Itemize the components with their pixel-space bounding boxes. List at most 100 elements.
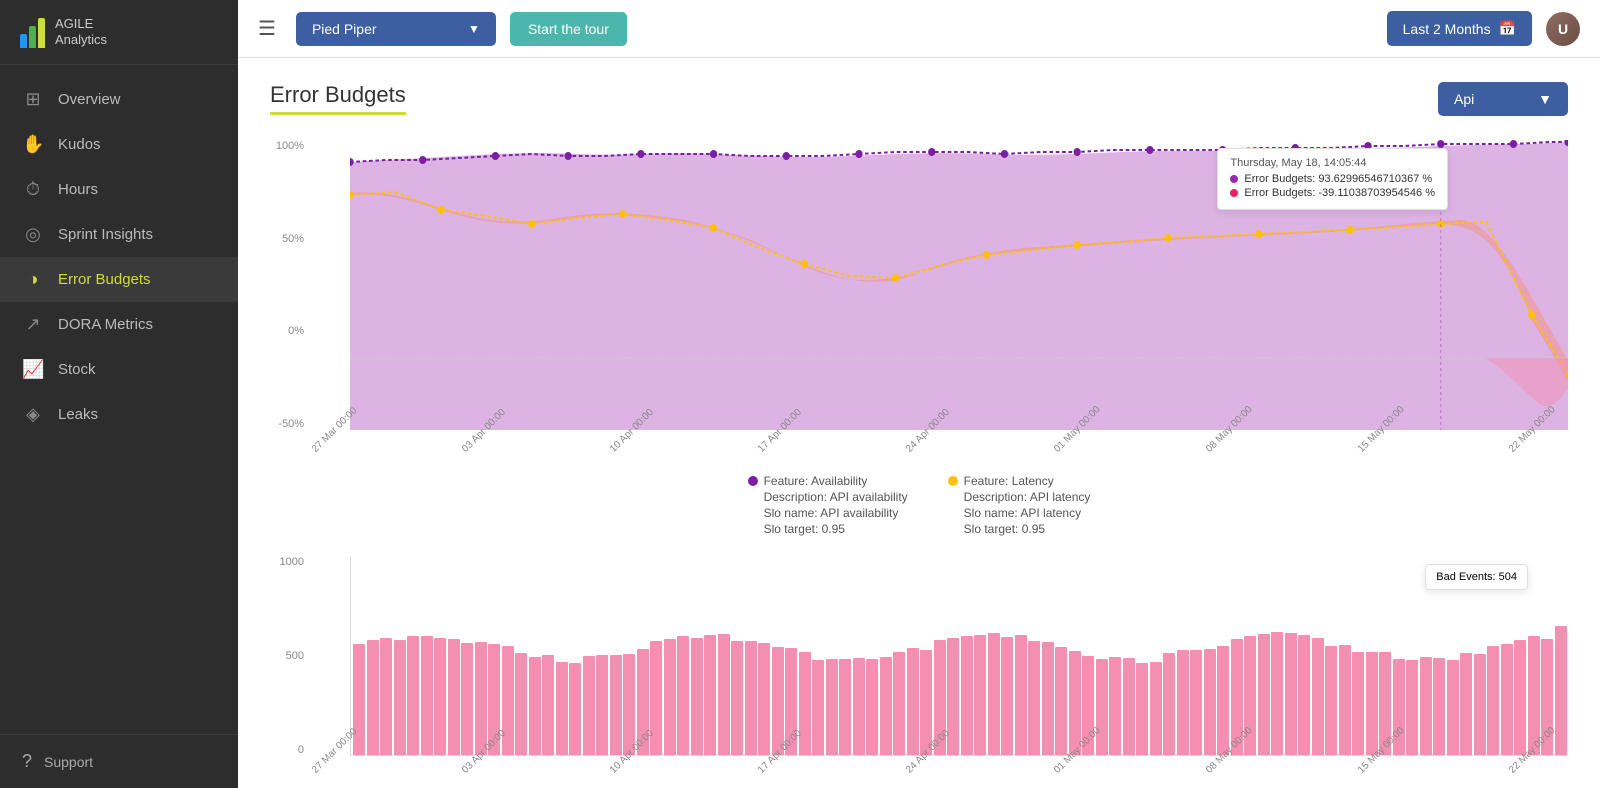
bar-item bbox=[1096, 659, 1108, 755]
sidebar-item-overview[interactable]: ⊞ Overview bbox=[0, 77, 238, 122]
y2-label-1000: 1000 bbox=[280, 556, 304, 568]
bar-item bbox=[1501, 644, 1513, 755]
sidebar-item-dora-metrics[interactable]: ↗ DORA Metrics bbox=[0, 302, 238, 347]
bar-item bbox=[758, 643, 770, 755]
bar-item bbox=[1487, 646, 1499, 755]
legend-slo-name-availability: Slo name: API availability bbox=[748, 506, 908, 520]
avatar[interactable]: U bbox=[1546, 12, 1580, 46]
support-icon: ? bbox=[22, 751, 32, 772]
bar-item bbox=[1150, 662, 1162, 755]
sidebar-label-kudos: Kudos bbox=[58, 136, 101, 153]
kudos-icon: ✋ bbox=[22, 134, 44, 155]
org-dropdown-value: Pied Piper bbox=[312, 21, 377, 37]
header: ☰ Pied Piper ▼ Start the tour Last 2 Mon… bbox=[238, 0, 1600, 58]
bar-item bbox=[1163, 653, 1175, 755]
legend-item-availability: Feature: Availability Description: API a… bbox=[748, 474, 908, 536]
bar-item bbox=[1339, 645, 1351, 755]
logo-icon bbox=[20, 16, 45, 48]
leaks-icon: ◈ bbox=[22, 404, 44, 425]
tooltip-line-1: Error Budgets: 93.62996546710367 % bbox=[1244, 173, 1432, 185]
date-range-label: Last 2 Months bbox=[1403, 21, 1491, 37]
sidebar-item-leaks[interactable]: ◈ Leaks bbox=[0, 392, 238, 437]
support-label: Support bbox=[44, 754, 93, 770]
error-budgets-icon: ◑ bbox=[22, 269, 44, 290]
api-dropdown-value: Api bbox=[1454, 91, 1474, 107]
bar-item bbox=[1514, 640, 1526, 755]
sidebar-item-hours[interactable]: ⏱ Hours bbox=[0, 167, 238, 212]
legend-desc-latency: Description: API latency bbox=[948, 490, 1091, 504]
tooltip-line-2: Error Budgets: -39.11038703954546 % bbox=[1244, 187, 1435, 199]
y-label-100: 100% bbox=[276, 140, 304, 152]
date-range-button[interactable]: Last 2 Months 📅 bbox=[1387, 11, 1532, 46]
bar-item bbox=[623, 654, 635, 755]
sidebar: AGILE Analytics ⊞ Overview ✋ Kudos ⏱ Hou… bbox=[0, 0, 238, 788]
content-header: Error Budgets Api ▼ bbox=[270, 82, 1568, 116]
tooltip-row-2: Error Budgets: -39.11038703954546 % bbox=[1230, 187, 1435, 199]
bar-item bbox=[1028, 641, 1040, 755]
sidebar-item-error-budgets[interactable]: ◑ Error Budgets bbox=[0, 257, 238, 302]
bar-item bbox=[475, 642, 487, 756]
y2-label-500: 500 bbox=[286, 650, 304, 662]
bar-item bbox=[583, 656, 595, 755]
bar-item bbox=[556, 662, 568, 755]
sidebar-item-sprint-insights[interactable]: ◎ Sprint Insights bbox=[0, 212, 238, 257]
bad-events-tooltip: Bad Events: 504 bbox=[1425, 564, 1528, 590]
sidebar-label-dora: DORA Metrics bbox=[58, 316, 153, 333]
bar-item bbox=[394, 640, 406, 755]
app-name: AGILE bbox=[55, 16, 107, 32]
bar-chart-bars bbox=[351, 556, 1568, 755]
legend-desc-availability: Description: API availability bbox=[748, 490, 908, 504]
bar-item bbox=[542, 655, 554, 755]
bar-item bbox=[1001, 637, 1013, 755]
tour-button[interactable]: Start the tour bbox=[510, 12, 627, 46]
bar-item bbox=[1109, 657, 1121, 755]
bar-item bbox=[893, 652, 905, 755]
legend-dot-latency bbox=[948, 476, 958, 486]
chart1-svg-area: Thursday, May 18, 14:05:44 Error Budgets… bbox=[350, 140, 1568, 435]
bar-item bbox=[1042, 642, 1054, 755]
sidebar-label-error-budgets: Error Budgets bbox=[58, 271, 151, 288]
api-dropdown[interactable]: Api ▼ bbox=[1438, 82, 1568, 116]
bar-item bbox=[1474, 654, 1486, 755]
bar-item bbox=[434, 638, 446, 755]
nav-items: ⊞ Overview ✋ Kudos ⏱ Hours ◎ Sprint Insi… bbox=[0, 65, 238, 734]
bar-item bbox=[920, 650, 932, 755]
tooltip-dot-1 bbox=[1230, 175, 1238, 183]
hamburger-icon[interactable]: ☰ bbox=[258, 16, 276, 41]
bar-item bbox=[1123, 658, 1135, 755]
grid-icon: ⊞ bbox=[22, 89, 44, 110]
bar-item bbox=[677, 636, 689, 755]
bar-item bbox=[1366, 652, 1378, 755]
logo-bar-3 bbox=[38, 18, 45, 48]
y2-label-0: 0 bbox=[298, 744, 304, 756]
bar-item bbox=[407, 636, 419, 755]
dora-icon: ↗ bbox=[22, 314, 44, 335]
support-link[interactable]: ? Support bbox=[0, 734, 238, 788]
bar-item bbox=[1055, 647, 1067, 755]
bar-item bbox=[812, 660, 824, 755]
legend-slo-target-latency: Slo target: 0.95 bbox=[948, 522, 1091, 536]
logo-bar-1 bbox=[20, 34, 27, 48]
org-dropdown[interactable]: Pied Piper ▼ bbox=[296, 12, 496, 46]
bar-item bbox=[1258, 634, 1270, 755]
bar-item bbox=[974, 635, 986, 755]
logo: AGILE Analytics bbox=[0, 0, 238, 65]
bar-item bbox=[839, 659, 851, 755]
bar-item bbox=[718, 634, 730, 755]
sidebar-item-stock[interactable]: 📈 Stock bbox=[0, 347, 238, 392]
legend-feature-latency: Feature: Latency bbox=[964, 474, 1054, 488]
chart1-legend: Feature: Availability Description: API a… bbox=[270, 474, 1568, 536]
y-label-0: 0% bbox=[288, 325, 304, 337]
chart2-x-axis: 27 Mar 00:00 03 Apr 00:00 10 Apr 00:00 1… bbox=[270, 756, 1568, 779]
bar-item bbox=[772, 647, 784, 755]
bar-item bbox=[1352, 652, 1364, 755]
bar-item bbox=[1177, 650, 1189, 755]
bar-item bbox=[1285, 633, 1297, 755]
sidebar-label-hours: Hours bbox=[58, 181, 98, 198]
sidebar-item-kudos[interactable]: ✋ Kudos bbox=[0, 122, 238, 167]
hours-icon: ⏱ bbox=[22, 179, 44, 200]
stock-icon: 📈 bbox=[22, 359, 44, 380]
bar-item bbox=[745, 641, 757, 755]
bad-events-tooltip-text: Bad Events: 504 bbox=[1436, 571, 1517, 583]
legend-slo-name-latency: Slo name: API latency bbox=[948, 506, 1091, 520]
